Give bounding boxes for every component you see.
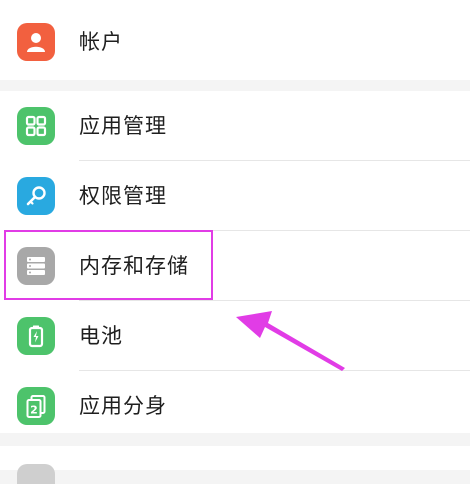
settings-item-label: 帐户 [79,30,123,54]
settings-item-label: 电池 [79,324,123,348]
app-clone-icon: 2 [17,387,55,425]
settings-group-bottom [0,446,470,484]
key-permissions-icon [17,177,55,215]
app-management-icon [17,107,55,145]
settings-item-label: 应用分身 [79,394,167,418]
settings-item-battery[interactable]: 电池 [0,301,470,371]
account-icon [17,23,55,61]
settings-item-app-management[interactable]: 应用管理 [0,91,470,161]
partial-item-icon [17,464,55,484]
settings-item-app-clone[interactable]: 2 应用分身 [0,371,470,441]
svg-text:2: 2 [30,404,38,417]
settings-group-top: 帐户 [0,0,470,80]
settings-item-label: 应用管理 [79,114,167,138]
settings-item-permission-management[interactable]: 权限管理 [0,161,470,231]
battery-icon [17,317,55,355]
settings-item-account[interactable]: 帐户 [0,7,470,77]
highlight-box [4,230,213,300]
settings-item-label: 权限管理 [79,184,167,208]
